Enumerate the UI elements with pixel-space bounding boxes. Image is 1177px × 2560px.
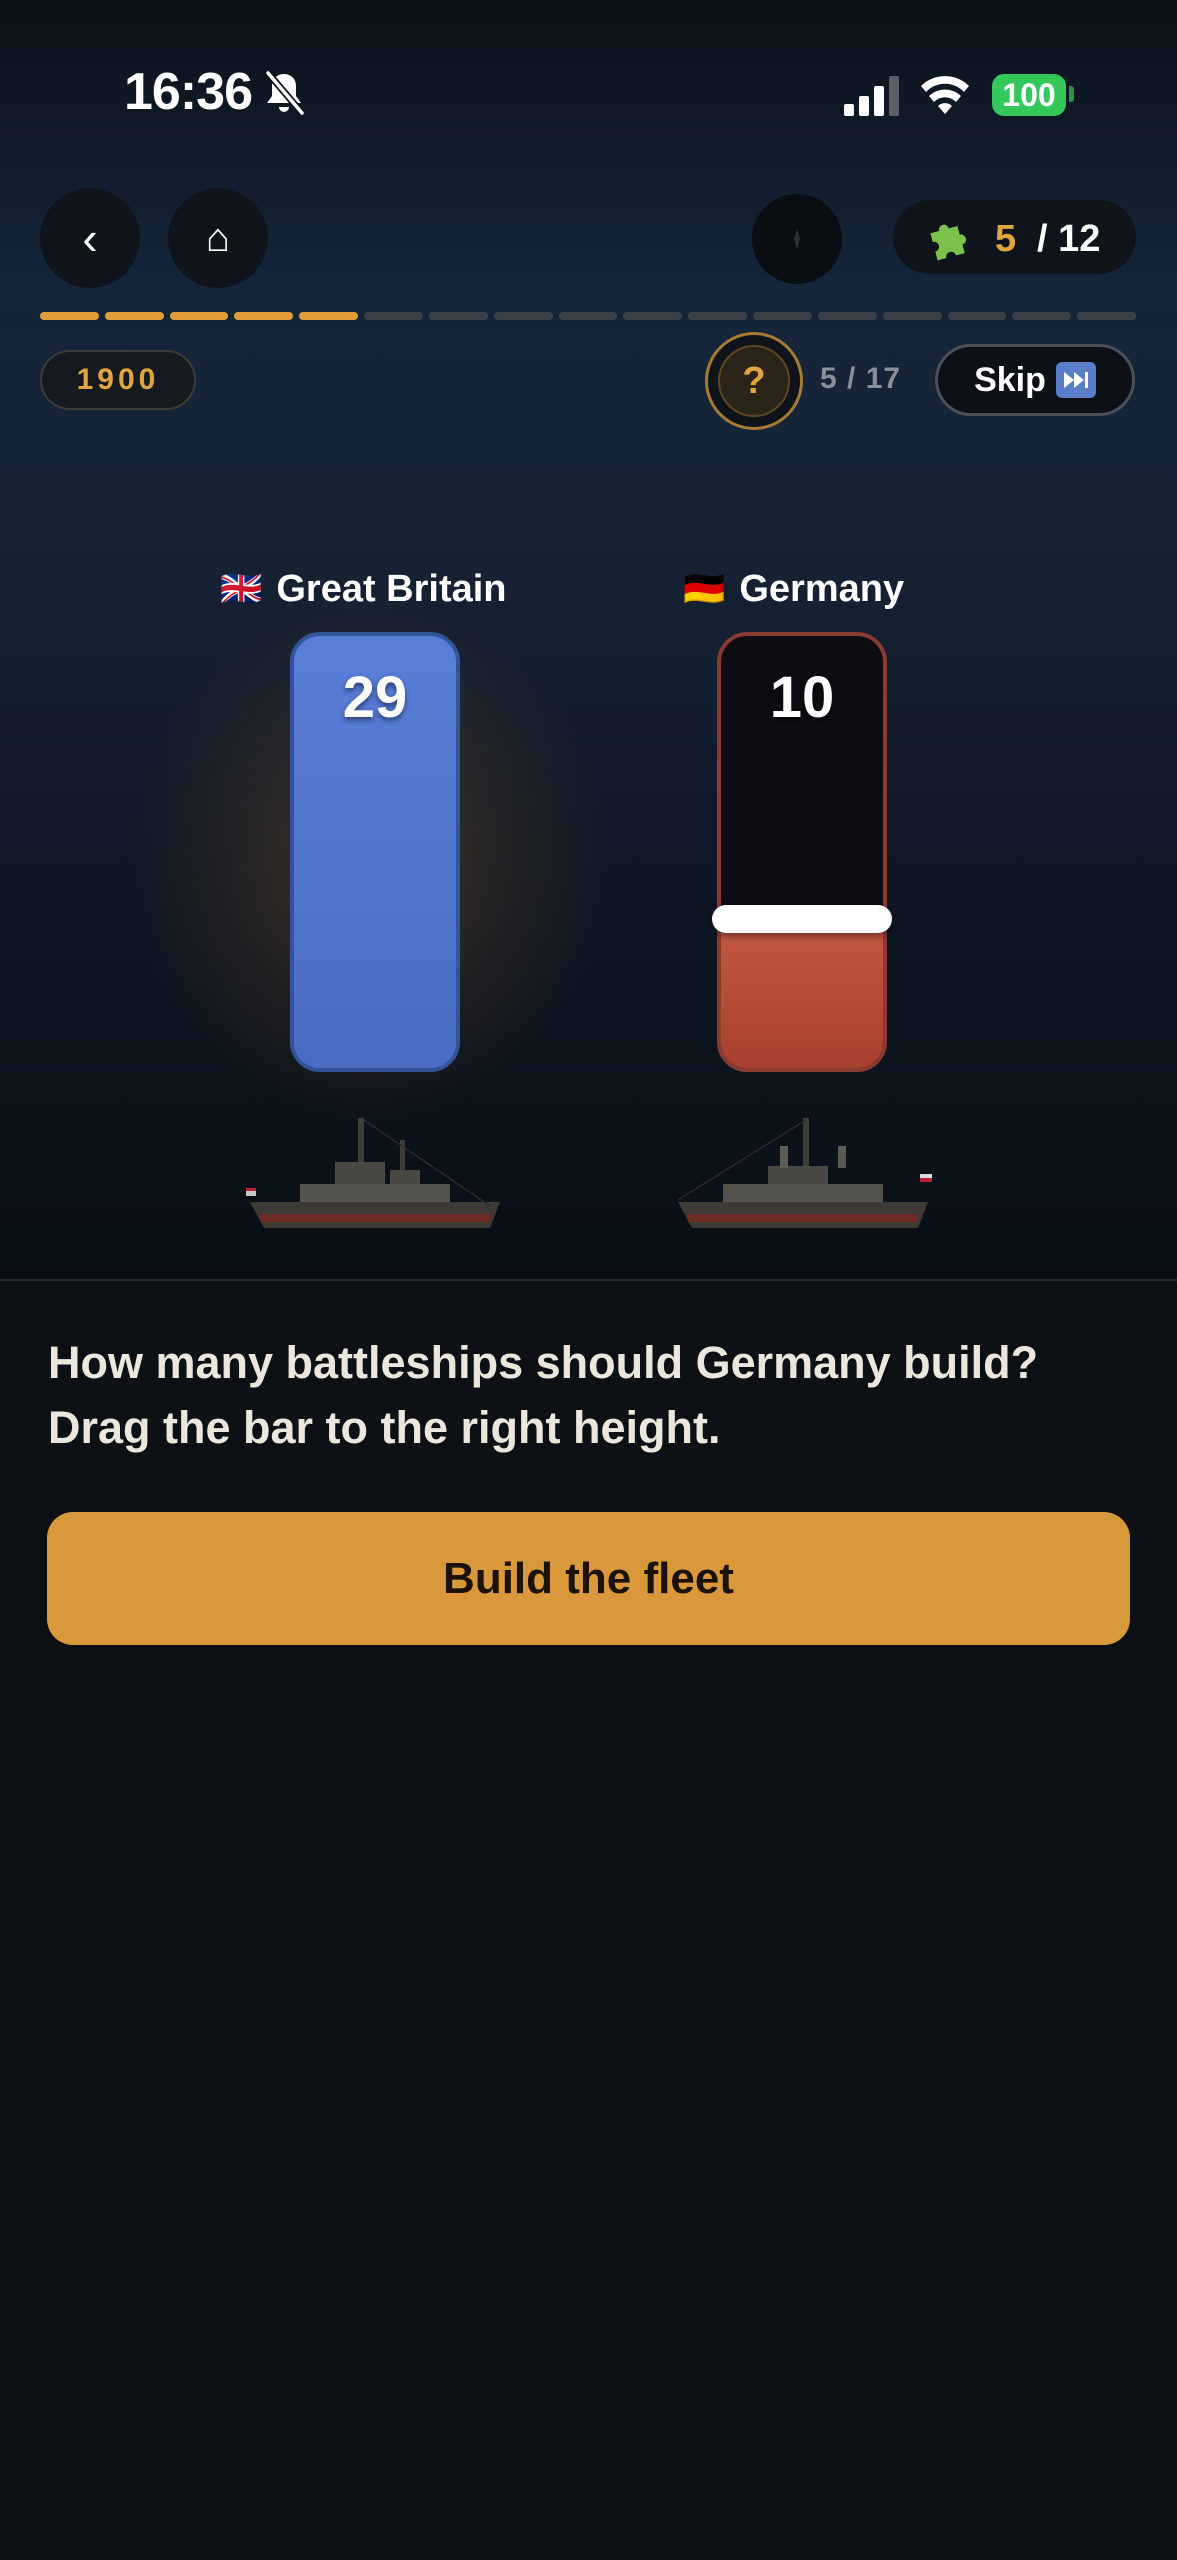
- chevron-left-icon: ‹: [82, 212, 98, 264]
- drag-handle[interactable]: [712, 905, 892, 934]
- progress-segment: [1012, 312, 1072, 320]
- bar-great-britain: 29: [290, 632, 460, 1072]
- skip-label: Skip: [974, 360, 1046, 399]
- prompt-line-1: How many battleships should Germany buil…: [48, 1337, 1039, 1388]
- puzzle-icon: [930, 224, 967, 261]
- puzzle-count: 5: [995, 218, 1017, 260]
- progress-segment: [428, 312, 488, 320]
- country-name: Great Britain: [276, 567, 507, 610]
- battleship-great-britain-image: [246, 1118, 500, 1228]
- puzzle-total: / 12: [1037, 218, 1101, 260]
- skip-button[interactable]: Skip: [935, 344, 1135, 416]
- progress-segment: [558, 312, 618, 320]
- bar-value-germany: 10: [769, 665, 835, 730]
- prompt-line-2: Drag the bar to the right height.: [48, 1402, 721, 1453]
- progress-segment: [104, 312, 164, 320]
- bar-fill-germany: [721, 919, 883, 1068]
- flag-great-britain: 🇬🇧: [220, 570, 263, 608]
- progress-segment: [169, 312, 229, 320]
- fast-forward-icon: [1055, 362, 1096, 398]
- battery-tip: [1069, 86, 1074, 102]
- country-label-great-britain: 🇬🇧 Great Britain: [220, 562, 507, 616]
- home-button[interactable]: ⌂: [168, 188, 268, 288]
- question-mark-icon: ?: [718, 345, 790, 417]
- progress-segment: [688, 312, 748, 320]
- flag-germany: 🇩🇪: [683, 570, 726, 608]
- country-name: Germany: [739, 567, 905, 610]
- progress-segment: [753, 312, 812, 320]
- build-fleet-button[interactable]: Build the fleet: [47, 1512, 1130, 1645]
- puzzle-progress[interactable]: 5 / 12: [893, 200, 1136, 274]
- progress-segment: [947, 312, 1007, 320]
- status-time: 16:36: [124, 63, 253, 121]
- progress-segment: [882, 312, 942, 320]
- stage-divider: [0, 1279, 1177, 1281]
- question-prompt: How many battleships should Germany buil…: [48, 1330, 1138, 1460]
- progress-segment: [364, 312, 423, 320]
- battery-indicator: 100: [992, 74, 1066, 116]
- progress-segment: [1077, 312, 1137, 320]
- silent-bell-icon: [265, 70, 305, 116]
- progress-segment: [40, 312, 99, 320]
- help-button[interactable]: ?: [705, 332, 803, 430]
- country-label-germany: 🇩🇪 Germany: [683, 562, 904, 616]
- compass-icon: [794, 229, 800, 249]
- bar-value-great-britain: 29: [342, 665, 408, 730]
- progress-segment: [299, 312, 359, 320]
- bar-germany[interactable]: 10: [717, 632, 887, 1072]
- back-button[interactable]: ‹: [40, 188, 140, 288]
- question-counter: 5 / 17: [820, 362, 902, 395]
- question-progress-bar: [40, 312, 1137, 320]
- progress-segment: [623, 312, 683, 320]
- compass-button[interactable]: [752, 194, 842, 284]
- year-badge: 1900: [40, 350, 196, 410]
- progress-segment: [493, 312, 553, 320]
- cellular-signal-icon: [844, 76, 899, 116]
- home-icon: ⌂: [205, 215, 231, 260]
- wifi-icon: [921, 76, 969, 114]
- progress-segment: [234, 312, 294, 320]
- battleship-germany-image: [677, 1118, 932, 1228]
- question-stage: [0, 0, 1177, 1280]
- progress-segment: [817, 312, 877, 320]
